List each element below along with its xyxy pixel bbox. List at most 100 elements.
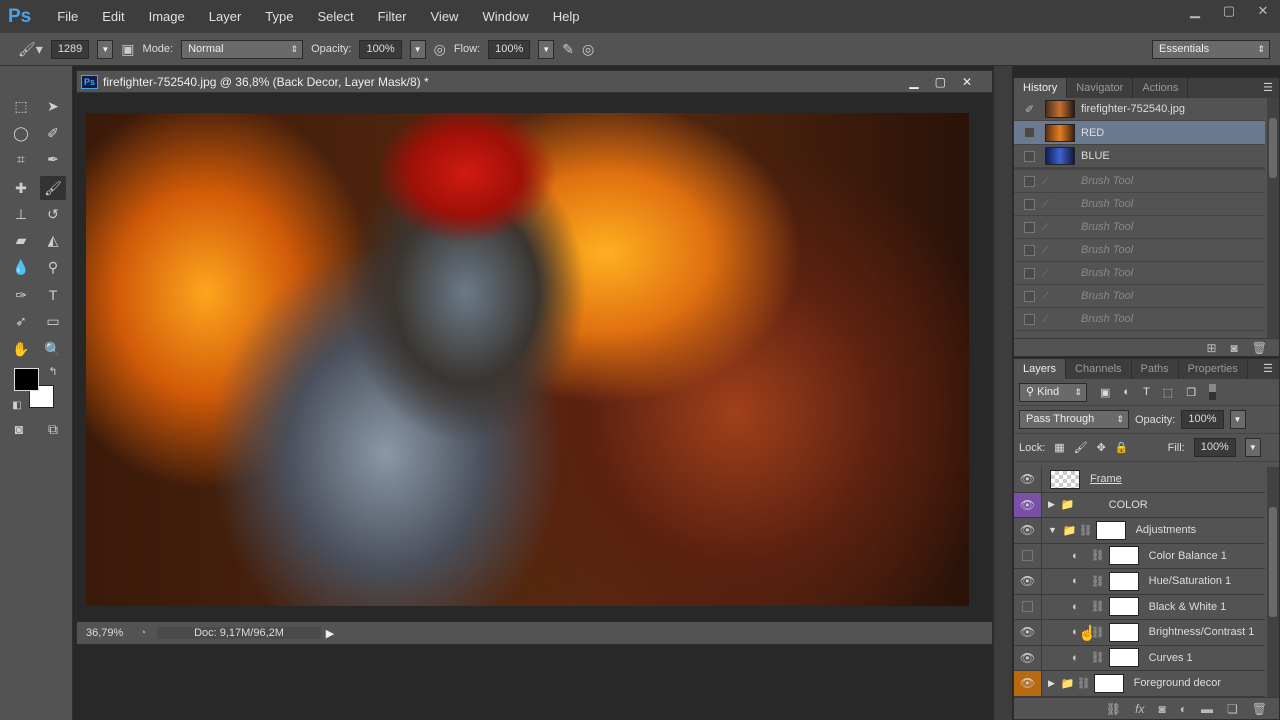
healing-brush-tool-icon[interactable]: ✚ <box>8 176 34 200</box>
history-state[interactable]: ⁄ Brush Tool <box>1014 262 1265 285</box>
visibility-off-box[interactable] <box>1014 594 1042 619</box>
doc-maximize-button[interactable]: ▢ <box>935 75 946 89</box>
default-colors-icon[interactable]: ◧ <box>4 394 30 418</box>
visibility-eye-icon[interactable]: 👁 <box>1014 467 1042 492</box>
expand-arrow-closed-icon[interactable]: ▶ <box>1048 678 1055 689</box>
mask-link-icon[interactable]: ⛓ <box>1079 524 1093 537</box>
expand-arrow-open-icon[interactable]: ▼ <box>1048 525 1057 535</box>
new-document-from-state-icon[interactable]: ⊞ <box>1206 341 1216 355</box>
layer-row[interactable]: 👁 ◐ ⛓ Hue/Saturation 1 <box>1014 569 1265 595</box>
mode-select[interactable]: Normal <box>181 39 304 59</box>
layer-mask-thumbnail[interactable] <box>1108 622 1139 642</box>
pressure-size-icon[interactable]: ◎ <box>582 41 594 58</box>
layer-opacity-dropdown[interactable]: ▼ <box>1229 410 1246 429</box>
lasso-tool-icon[interactable]: ◯ <box>8 121 34 145</box>
layer-filter-select[interactable]: ⚲ Kind <box>1019 382 1087 402</box>
brush-size-dropdown[interactable]: ▼ <box>97 39 114 59</box>
flow-input[interactable]: 100% <box>488 39 531 59</box>
mask-link-icon[interactable]: ⛓ <box>1077 677 1091 690</box>
filter-type-icon[interactable]: T <box>1143 386 1150 398</box>
blend-mode-select[interactable]: Pass Through <box>1019 410 1129 429</box>
history-source-checkbox[interactable] <box>1024 150 1035 162</box>
history-state[interactable]: ⁄ Brush Tool <box>1014 193 1265 216</box>
history-scrollbar[interactable] <box>1267 98 1279 338</box>
mask-link-icon[interactable]: ⛓ <box>1091 600 1105 613</box>
lock-position-icon[interactable]: ✥ <box>1097 441 1106 454</box>
lock-pixels-icon[interactable]: 🖌 <box>1074 441 1088 454</box>
mask-link-icon[interactable]: ⛓ <box>1091 651 1105 664</box>
new-layer-icon[interactable]: ❏ <box>1227 702 1238 716</box>
layer-mask-thumbnail[interactable] <box>1108 597 1139 617</box>
new-snapshot-icon[interactable]: ◙ <box>1231 341 1238 355</box>
panel-menu-icon[interactable]: ☰ <box>1263 359 1279 379</box>
history-brush-source-icon[interactable]: ✐ <box>1014 103 1045 116</box>
type-tool-icon[interactable]: T <box>40 283 66 307</box>
airbrush-icon[interactable]: ✎ <box>562 41 574 58</box>
history-source-checkbox[interactable] <box>1024 175 1035 187</box>
visibility-eye-icon[interactable]: 👁 <box>1014 671 1042 696</box>
workspace-select[interactable]: Essentials <box>1152 40 1270 59</box>
menu-view[interactable]: View <box>419 9 471 24</box>
menu-image[interactable]: Image <box>137 9 197 24</box>
opacity-dropdown[interactable]: ▼ <box>409 39 426 59</box>
history-source-checkbox[interactable] <box>1024 267 1035 279</box>
document-title-bar[interactable]: Ps firefighter-752540.jpg @ 36,8% (Back … <box>77 71 992 93</box>
layer-row[interactable]: 👁 ◐ ⛓ Curves 1 <box>1014 645 1265 671</box>
layer-row[interactable]: 👁 ◐ ⛓ Brightness/Contrast 1 <box>1014 620 1265 646</box>
history-brush-tool-icon[interactable]: ↺ <box>40 202 66 226</box>
history-source-checkbox[interactable] <box>1024 244 1035 256</box>
menu-help[interactable]: Help <box>541 9 592 24</box>
filter-shape-icon[interactable]: ⬚ <box>1163 386 1173 399</box>
tab-properties[interactable]: Properties <box>1179 359 1248 379</box>
visibility-eye-icon[interactable]: 👁 <box>1014 518 1042 543</box>
pressure-opacity-icon[interactable]: ◎ <box>434 41 446 58</box>
history-state[interactable]: ⁄ Brush Tool <box>1014 239 1265 262</box>
mask-link-icon[interactable]: ⛓ <box>1091 549 1105 562</box>
swap-colors-icon[interactable]: ↰ <box>40 360 66 384</box>
maximize-button[interactable]: ▢ <box>1212 0 1246 22</box>
fill-dropdown[interactable]: ▼ <box>1244 438 1261 457</box>
menu-layer[interactable]: Layer <box>197 9 254 24</box>
history-source-checkbox[interactable] <box>1024 127 1035 138</box>
layer-mask-thumbnail[interactable] <box>1108 571 1139 591</box>
lock-all-icon[interactable]: 🔒 <box>1115 441 1129 454</box>
quick-selection-tool-icon[interactable]: ✐ <box>40 121 66 145</box>
menu-select[interactable]: Select <box>305 9 365 24</box>
minimize-button[interactable]: ▁ <box>1178 0 1212 22</box>
zoom-level[interactable]: 36,79% <box>77 627 129 639</box>
close-button[interactable]: ✕ <box>1246 0 1280 22</box>
quick-mask-icon[interactable]: ◙ <box>6 417 32 441</box>
canvas-area[interactable] <box>77 93 992 623</box>
expand-arrow-closed-icon[interactable]: ▶ <box>1048 499 1055 510</box>
panel-menu-icon[interactable]: ☰ <box>1263 78 1279 98</box>
visibility-eye-icon[interactable]: 👁 <box>1014 492 1042 517</box>
history-state[interactable]: ⁄ Brush Tool <box>1014 285 1265 308</box>
history-snapshot[interactable]: BLUE <box>1014 145 1265 170</box>
add-mask-icon[interactable]: ◙ <box>1159 702 1166 716</box>
doc-minimize-button[interactable]: ▁ <box>909 75 918 89</box>
history-snapshot[interactable]: RED <box>1014 121 1265 145</box>
clone-stamp-tool-icon[interactable]: ⊥ <box>8 202 34 226</box>
history-state[interactable]: ⁄ Brush Tool <box>1014 216 1265 239</box>
layers-scrollbar[interactable] <box>1267 467 1279 699</box>
status-info-icon[interactable]: ◔ <box>129 627 157 639</box>
history-state[interactable]: ⁄ Brush Tool <box>1014 308 1265 331</box>
doc-close-button[interactable]: ✕ <box>962 75 972 89</box>
history-source-checkbox[interactable] <box>1024 198 1035 210</box>
layer-row[interactable]: 👁 Frame <box>1014 467 1265 493</box>
firefighter-image[interactable] <box>86 113 969 606</box>
eyedropper-tool-icon[interactable]: ✒ <box>40 147 66 171</box>
opacity-input[interactable]: 100% <box>359 39 402 59</box>
visibility-eye-icon[interactable]: 👁 <box>1014 645 1042 670</box>
eraser-tool-icon[interactable]: ▰ <box>8 228 34 252</box>
layer-row[interactable]: 👁 ▼ 📁 ⛓ Adjustments <box>1014 518 1265 544</box>
link-layers-icon[interactable]: ⛓ <box>1106 702 1121 716</box>
adjustment-icon[interactable]: ◐ <box>1072 550 1079 562</box>
history-source-checkbox[interactable] <box>1024 290 1035 302</box>
adjustment-icon[interactable]: ◐ <box>1072 652 1079 664</box>
brush-size-picker[interactable]: 1289 <box>50 39 90 59</box>
tab-paths[interactable]: Paths <box>1132 359 1179 379</box>
paint-bucket-tool-icon[interactable]: ◭ <box>40 228 66 252</box>
layer-row[interactable]: 👁 ▶ 📁 ⛓ Foreground decor <box>1014 671 1265 697</box>
foreground-color-swatch[interactable] <box>14 368 39 391</box>
